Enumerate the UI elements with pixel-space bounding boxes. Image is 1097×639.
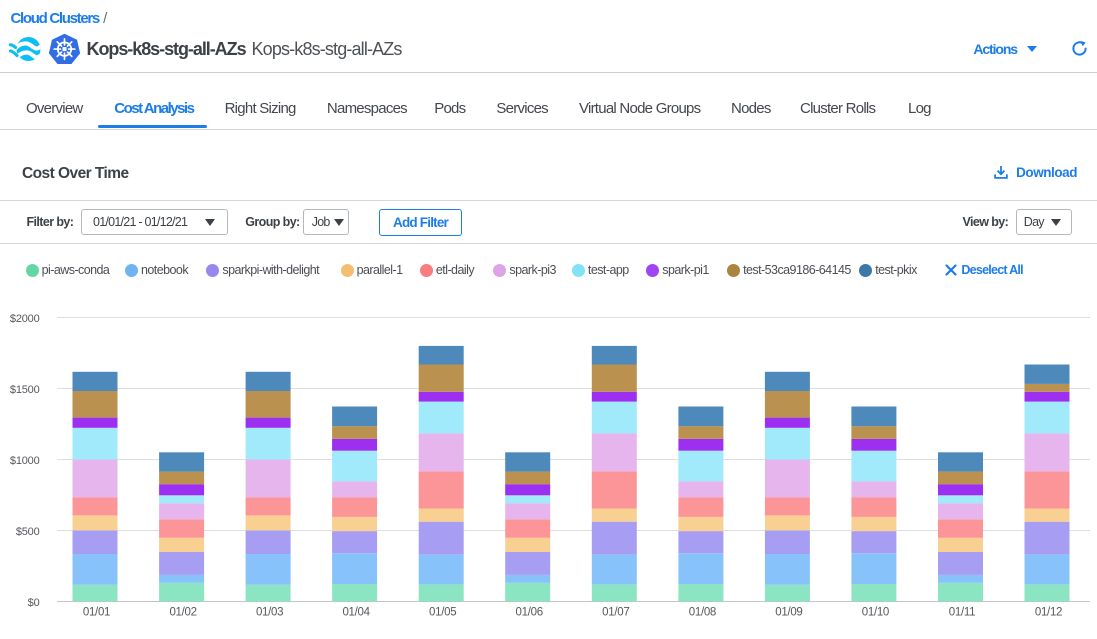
svg-text:01/03: 01/03 — [256, 607, 283, 619]
svg-text:01/06: 01/06 — [516, 607, 543, 619]
svg-text:$0: $0 — [28, 597, 40, 609]
svg-text:01/01: 01/01 — [83, 607, 110, 619]
svg-text:01/05: 01/05 — [429, 607, 456, 619]
svg-text:01/02: 01/02 — [169, 607, 196, 619]
svg-text:01/07: 01/07 — [602, 607, 629, 619]
svg-text:01/10: 01/10 — [862, 607, 889, 619]
svg-text:01/09: 01/09 — [775, 607, 802, 619]
svg-text:01/04: 01/04 — [342, 607, 370, 619]
svg-text:$1500: $1500 — [10, 384, 40, 396]
svg-text:01/11: 01/11 — [949, 607, 975, 619]
svg-text:$1000: $1000 — [10, 455, 40, 467]
svg-text:01/12: 01/12 — [1035, 607, 1062, 619]
svg-text:01/08: 01/08 — [689, 607, 716, 619]
svg-text:$500: $500 — [16, 526, 40, 538]
svg-text:$2000: $2000 — [10, 313, 40, 325]
